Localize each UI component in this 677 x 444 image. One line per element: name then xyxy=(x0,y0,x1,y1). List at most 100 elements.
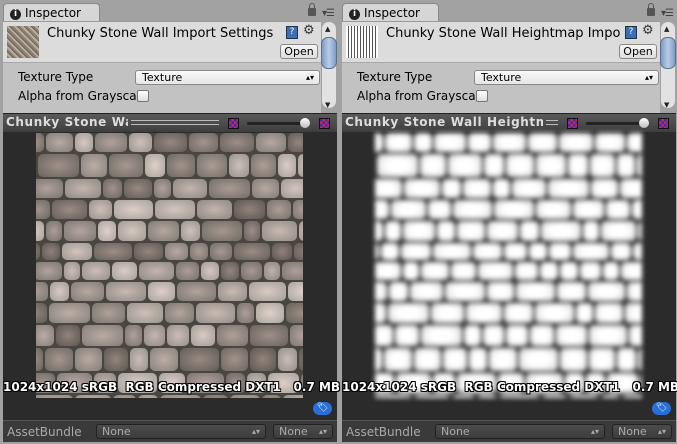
stone-mark xyxy=(255,133,287,152)
texture-type-label: Texture Type xyxy=(357,70,433,84)
stone-mark xyxy=(503,303,533,324)
stone-mark xyxy=(436,220,455,242)
stone-mark xyxy=(154,200,195,219)
scrollbar-thumb[interactable] xyxy=(660,37,676,69)
stone-mark xyxy=(388,281,408,302)
dropdown-arrow-icon: ▴▾ xyxy=(305,73,314,82)
stone-mark xyxy=(36,133,44,152)
tab-inspector[interactable]: i Inspector xyxy=(3,3,100,22)
rgb-channel-icon[interactable] xyxy=(567,118,578,129)
alpha-channel-icon[interactable] xyxy=(319,118,330,129)
stone-mark xyxy=(605,200,631,219)
help-book-icon[interactable]: ? xyxy=(286,26,298,39)
open-button[interactable]: Open xyxy=(280,44,318,59)
gear-icon[interactable]: ⚙ xyxy=(303,23,315,38)
resize-grip[interactable] xyxy=(546,120,558,125)
rgb-channel-icon[interactable] xyxy=(228,118,239,129)
stone-mark xyxy=(400,243,431,260)
stone-mark xyxy=(489,348,517,372)
stone-mark xyxy=(375,220,384,242)
mip-slider[interactable] xyxy=(586,122,644,125)
stone-mark xyxy=(45,133,74,152)
scroll-down-icon[interactable]: ▼ xyxy=(664,101,669,109)
alpha-grayscale-label: Alpha from Grayscal xyxy=(18,89,140,103)
mip-slider-knob[interactable] xyxy=(639,118,649,128)
stone-mark xyxy=(486,281,515,302)
tab-inspector[interactable]: i Inspector xyxy=(342,3,439,22)
tag-icon[interactable]: 🏷 xyxy=(313,402,332,415)
stone-mark xyxy=(48,303,91,324)
alpha-grayscale-checkbox[interactable] xyxy=(476,90,488,102)
gear-icon[interactable]: ⚙ xyxy=(642,23,654,38)
variant-dropdown[interactable]: None ▴▾ xyxy=(273,424,333,439)
stone-mark xyxy=(294,243,303,260)
alpha-channel-icon[interactable] xyxy=(658,118,669,129)
texture-type-dropdown[interactable]: Texture ▴▾ xyxy=(135,70,320,85)
mip-slider-knob[interactable] xyxy=(300,118,310,128)
mip-slider[interactable] xyxy=(247,122,305,125)
stone-mark xyxy=(147,281,176,302)
scroll-up-icon[interactable]: ▲ xyxy=(664,25,669,33)
stone-mark xyxy=(93,243,132,260)
stone-mark xyxy=(463,179,491,198)
assetbundle-bar: AssetBundle None ▴▾ None ▴▾ xyxy=(342,420,676,442)
stone-mark xyxy=(535,153,567,178)
stone-mark xyxy=(36,220,45,242)
stone-mark xyxy=(492,179,511,198)
stone-mark xyxy=(391,200,427,219)
stone-mark xyxy=(403,261,420,280)
assetbundle-dropdown[interactable]: None ▴▾ xyxy=(435,424,605,439)
open-button[interactable]: Open xyxy=(619,44,657,59)
texture-type-dropdown[interactable]: Texture ▴▾ xyxy=(474,70,659,85)
stone-mark xyxy=(633,243,642,260)
assetbundle-dropdown[interactable]: None ▴▾ xyxy=(96,424,266,439)
stone-mark xyxy=(557,281,587,302)
stone-mark xyxy=(95,133,127,152)
stone-mark xyxy=(236,303,254,324)
menu-icon[interactable]: ▾☰ xyxy=(322,8,335,19)
stone-mark xyxy=(456,220,485,242)
help-book-icon[interactable]: ? xyxy=(625,26,637,39)
stone-mark xyxy=(36,348,43,372)
stone-mark xyxy=(518,348,559,372)
dropdown-arrow-icon: ▴▾ xyxy=(590,427,599,436)
stone-mark xyxy=(133,243,163,260)
stone-mark xyxy=(579,261,601,280)
stone-mark xyxy=(529,325,554,347)
stone-mark xyxy=(36,243,40,260)
resize-grip[interactable] xyxy=(131,120,219,125)
alpha-grayscale-checkbox[interactable] xyxy=(137,90,149,102)
stone-mark xyxy=(560,348,587,372)
texture-preview: 1024x1024 sRGB RGB Compressed DXT1 0.7 M… xyxy=(342,132,677,420)
stone-mark xyxy=(138,394,158,398)
stone-mark xyxy=(167,153,195,178)
stone-mark xyxy=(632,200,642,219)
dropdown-arrow-icon: ▴▾ xyxy=(318,427,327,436)
lock-icon[interactable] xyxy=(647,3,655,16)
texture-preview: 1024x1024 sRGB RGB Compressed DXT1 0.7 M… xyxy=(3,132,340,420)
preview-toolbar: Chunky Stone Wall Heightmap xyxy=(342,113,676,132)
stone-mark xyxy=(36,281,48,302)
stone-mark xyxy=(442,348,468,372)
stone-mark xyxy=(528,133,558,152)
stone-mark xyxy=(548,243,571,260)
texture-image xyxy=(375,133,642,398)
scroll-up-icon[interactable]: ▲ xyxy=(325,25,330,33)
scroll-down-icon[interactable]: ▼ xyxy=(325,101,330,109)
stone-mark xyxy=(41,243,60,260)
lock-icon[interactable] xyxy=(308,3,316,16)
stone-mark xyxy=(594,133,626,152)
assetbundle-value: None xyxy=(102,425,131,438)
tab-label: Inspector xyxy=(25,6,81,20)
scrollbar-thumb[interactable] xyxy=(321,37,337,69)
stone-mark xyxy=(394,325,419,347)
tag-icon[interactable]: 🏷 xyxy=(652,402,671,415)
stone-mark xyxy=(582,220,600,242)
variant-dropdown[interactable]: None ▴▾ xyxy=(612,424,672,439)
stone-mark xyxy=(75,348,102,372)
menu-icon[interactable]: ▾☰ xyxy=(661,8,674,19)
stone-mark xyxy=(534,303,574,324)
stone-mark xyxy=(637,220,642,242)
stone-mark xyxy=(453,200,492,219)
dropdown-arrow-icon: ▴▾ xyxy=(251,427,260,436)
